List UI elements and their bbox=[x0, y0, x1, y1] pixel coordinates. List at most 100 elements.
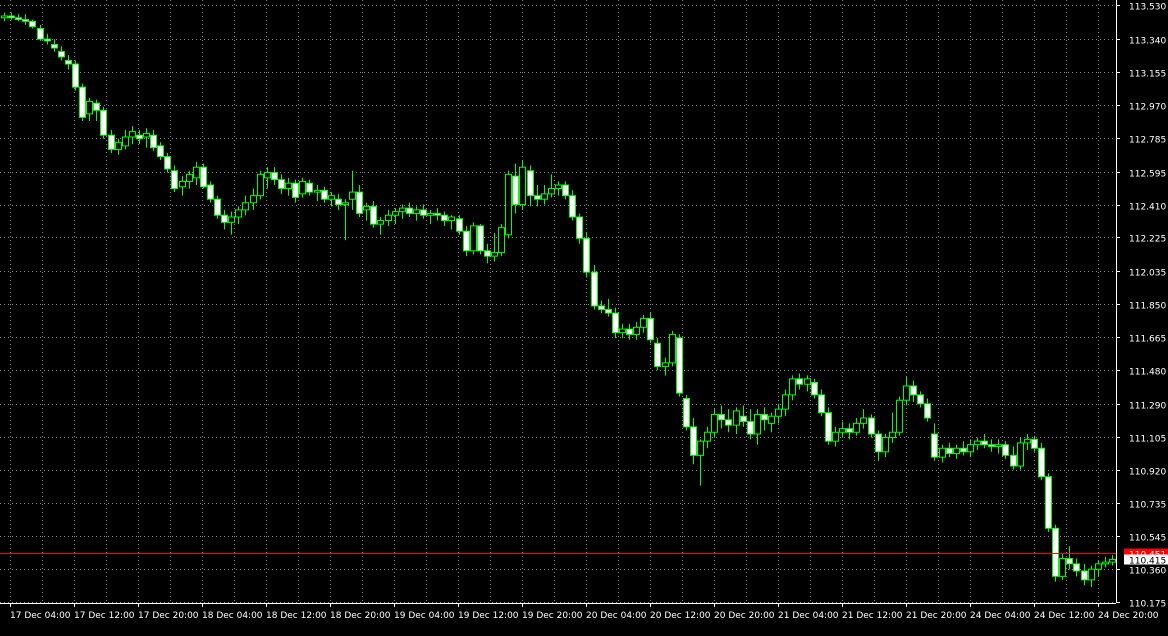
candle-body-bear bbox=[93, 102, 100, 111]
candle-body-bear bbox=[676, 337, 683, 394]
candle-body-bull bbox=[186, 173, 193, 182]
candle-body-bull bbox=[1109, 558, 1116, 563]
candle-body-bear bbox=[598, 305, 605, 311]
price-chart[interactable]: 113.530 113.340 113.155 112.970 112.785 112.5… bbox=[0, 0, 1168, 632]
candle-body-bear bbox=[917, 394, 924, 405]
candle-body-bear bbox=[321, 189, 328, 200]
price-overlay: 110.451110.415 bbox=[0, 548, 1168, 567]
x-tick-label: 20 Dec 04:00 bbox=[586, 611, 647, 621]
candle-body-bull bbox=[498, 227, 505, 254]
candle-body-bear bbox=[406, 207, 413, 214]
candle-body-bull bbox=[903, 385, 910, 401]
candle-body-bear bbox=[811, 381, 818, 396]
x-tick-label: 24 Dec 04:00 bbox=[970, 611, 1031, 621]
candle-body-bear bbox=[100, 109, 107, 136]
candle-body-bull bbox=[399, 207, 406, 213]
candle-body-bull bbox=[974, 440, 981, 446]
candle-body-bear bbox=[591, 271, 598, 307]
y-tick-label: 112.970 bbox=[1129, 103, 1166, 113]
candle-body-bull bbox=[257, 173, 264, 197]
y-tick-label: 111.105 bbox=[1129, 435, 1166, 445]
x-tick-label: 20 Dec 12:00 bbox=[650, 611, 711, 621]
candle-body-bull bbox=[86, 100, 93, 115]
candle-body-bull bbox=[967, 444, 974, 453]
candle-body-bull bbox=[548, 188, 555, 195]
candle-body-bull bbox=[250, 195, 257, 204]
chart-svg[interactable]: 113.530 113.340 113.155 112.970 112.785 112.5… bbox=[0, 0, 1168, 632]
candle-body-bear bbox=[960, 447, 967, 453]
candle-body-bear bbox=[846, 428, 853, 433]
candle-body-bull bbox=[768, 415, 775, 424]
candle-body-bear bbox=[306, 182, 313, 193]
y-tick-label: 112.595 bbox=[1129, 170, 1166, 180]
candle-body-bear bbox=[292, 182, 299, 198]
candle-body-bull bbox=[328, 195, 335, 200]
candles-group bbox=[1, 12, 1116, 587]
candle-body-bear bbox=[65, 59, 72, 65]
x-tick-label: 17 Dec 04:00 bbox=[10, 611, 71, 621]
candle-body-bull bbox=[896, 399, 903, 433]
x-tick-label: 20 Dec 20:00 bbox=[714, 611, 775, 621]
candle-body-bear bbox=[946, 447, 953, 455]
candle-body-bear bbox=[825, 412, 832, 442]
candle-body-bull bbox=[640, 317, 647, 328]
candle-body-bear bbox=[200, 166, 207, 188]
candle-body-bear bbox=[477, 225, 484, 252]
candle-body-bull bbox=[228, 216, 235, 223]
candle-body-bull bbox=[122, 136, 129, 147]
candle-body-bull bbox=[299, 180, 306, 195]
candle-body-bear bbox=[1045, 476, 1052, 529]
candle-body-bear bbox=[136, 134, 143, 140]
y-tick-label: 110.920 bbox=[1129, 468, 1166, 478]
y-tick-label: 113.530 bbox=[1129, 3, 1166, 13]
candle-body-bear bbox=[612, 312, 619, 334]
candle-body-bear bbox=[37, 27, 44, 40]
x-tick-label: 21 Dec 20:00 bbox=[906, 611, 967, 621]
candle-body-bear bbox=[15, 17, 22, 21]
candle-body-bear bbox=[683, 397, 690, 428]
y-tick-label: 111.290 bbox=[1129, 402, 1166, 412]
candle-body-bull bbox=[697, 440, 704, 456]
candle-body-bear bbox=[1002, 444, 1009, 456]
candle-body-bear bbox=[527, 170, 534, 197]
candle-body-bull bbox=[662, 362, 669, 367]
candle-body-bear bbox=[434, 212, 441, 216]
candle-body-bull bbox=[555, 184, 562, 190]
candle-body-bear bbox=[221, 214, 228, 223]
candle-body-bear bbox=[718, 413, 725, 421]
candle-body-bull bbox=[804, 378, 811, 385]
candle-body-bear bbox=[51, 43, 58, 49]
y-tick-label: 112.410 bbox=[1129, 203, 1166, 213]
candle-body-bear bbox=[534, 195, 541, 200]
candle-body-bull bbox=[633, 326, 640, 335]
candle-body-bull bbox=[775, 408, 782, 417]
candle-body-bull bbox=[782, 394, 789, 410]
y-tick-label: 112.785 bbox=[1129, 136, 1166, 146]
candle-body-bear bbox=[626, 328, 633, 335]
candle-body-bull bbox=[995, 444, 1002, 447]
candle-body-bear bbox=[79, 86, 86, 118]
x-tick-label: 18 Dec 04:00 bbox=[202, 611, 263, 621]
candle-body-bull bbox=[832, 431, 839, 442]
candle-body-bull bbox=[342, 202, 349, 206]
candle-body-bull bbox=[470, 225, 477, 252]
candle-body-bull bbox=[541, 193, 548, 200]
y-tick-label: 111.665 bbox=[1129, 335, 1166, 345]
candle-body-bull bbox=[314, 189, 321, 193]
candle-body-bear bbox=[931, 433, 938, 458]
candle-body-bear bbox=[271, 172, 278, 181]
candle-body-bull bbox=[193, 166, 200, 179]
y-tick-label: 110.360 bbox=[1129, 567, 1166, 577]
candle-body-bull bbox=[242, 202, 249, 211]
candle-body-bear bbox=[562, 184, 569, 197]
candle-body-bear bbox=[647, 317, 654, 341]
candle-body-bull bbox=[448, 216, 455, 222]
y-tick-label: 111.850 bbox=[1129, 302, 1166, 312]
candle-body-bull bbox=[491, 252, 498, 257]
x-tick-label: 24 Dec 20:00 bbox=[1098, 611, 1159, 621]
y-tick-label: 110.735 bbox=[1129, 501, 1166, 511]
candle-body-bear bbox=[1073, 563, 1080, 572]
candle-body-bull bbox=[1088, 568, 1095, 581]
candle-body-bear bbox=[796, 378, 803, 385]
candle-body-bull bbox=[882, 437, 889, 453]
